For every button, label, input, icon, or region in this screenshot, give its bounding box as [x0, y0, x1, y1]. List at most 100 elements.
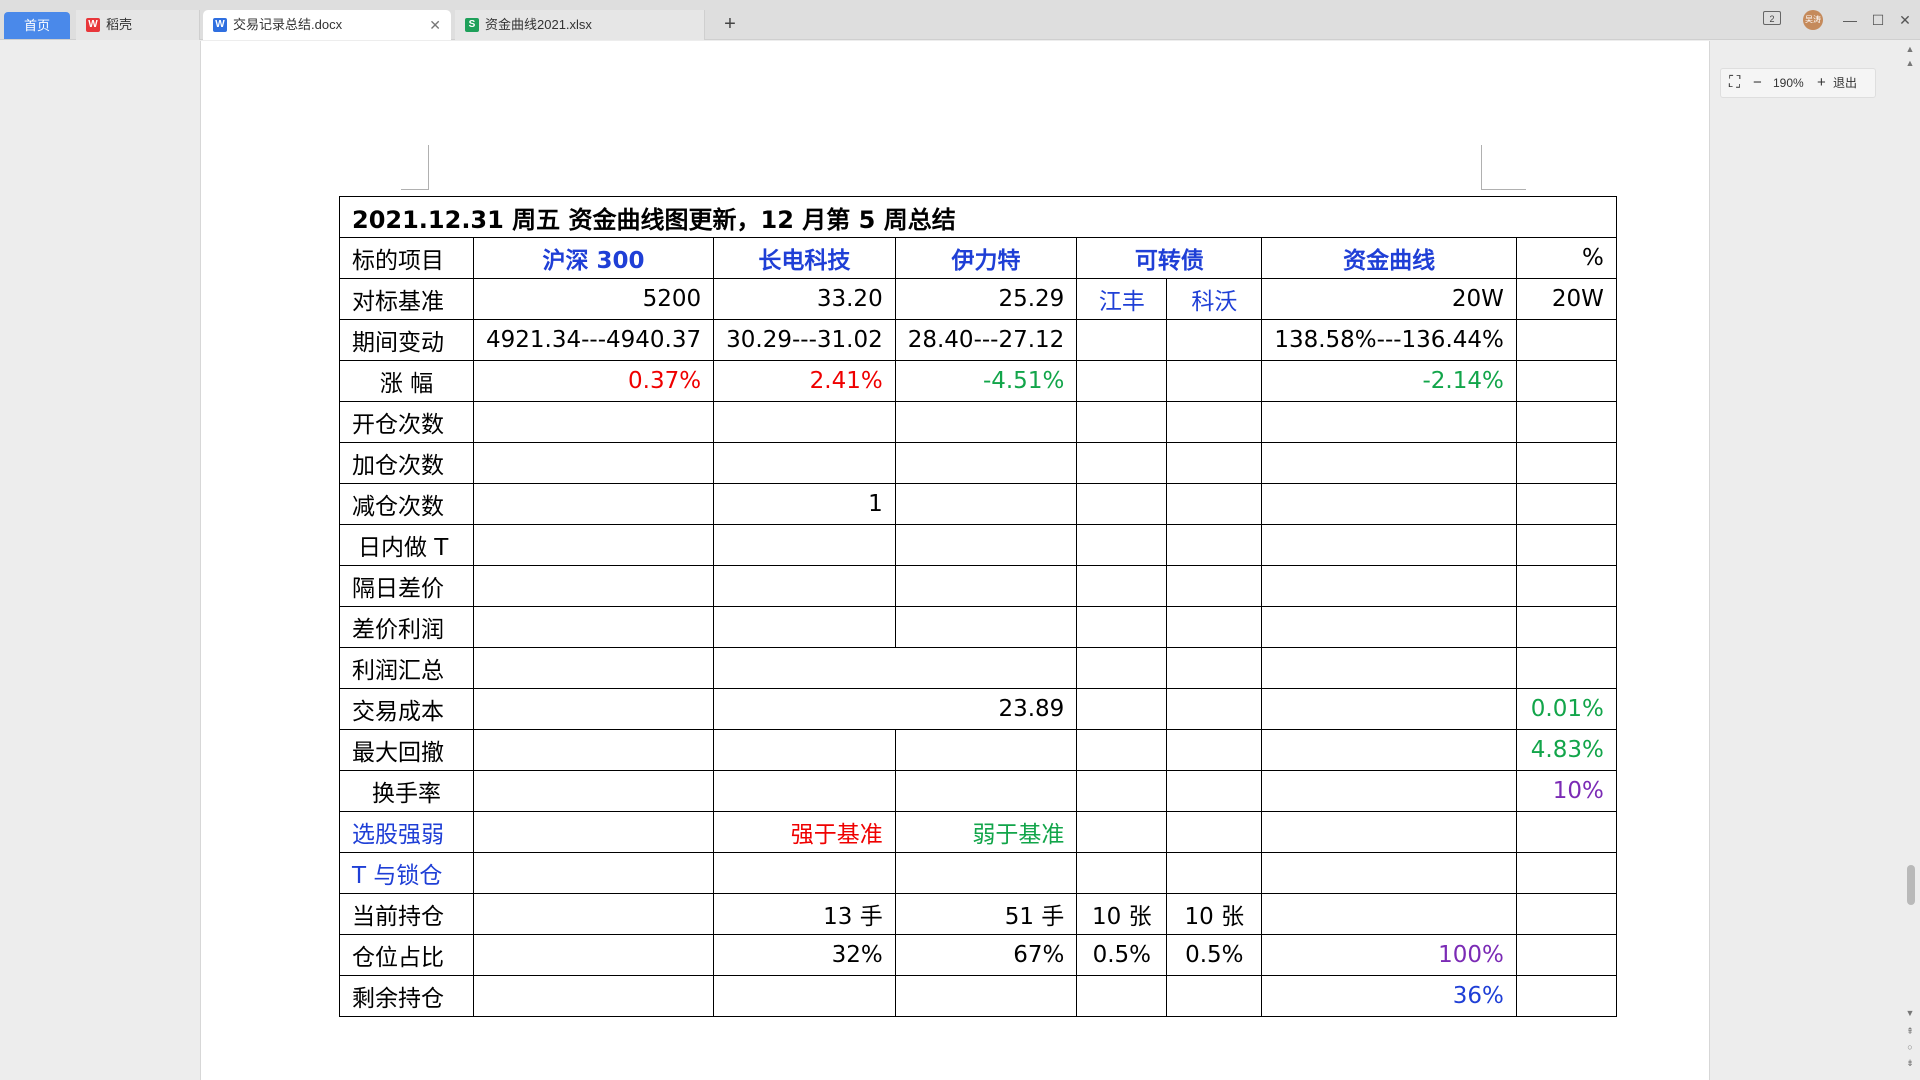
table-row: 日内做 T — [339, 524, 1617, 566]
cell-fund-curve: 20W — [1261, 278, 1517, 320]
vertical-scrollbar[interactable] — [1900, 41, 1920, 1080]
tab-xlsx[interactable]: S 资金曲线2021.xlsx — [455, 10, 705, 40]
tab-docx[interactable]: W 交易记录总结.docx ✕ — [203, 10, 451, 40]
header-convertible: 可转债 — [1076, 237, 1263, 279]
cell-percent: 0.01% — [1515, 688, 1617, 730]
table-row: T 与锁仓 — [339, 852, 1617, 894]
cell-jiangfeng — [1076, 319, 1168, 361]
row-label: 选股强弱 — [339, 811, 474, 853]
cell-percent: 10% — [1515, 770, 1617, 812]
spreadsheet-icon: S — [465, 18, 479, 32]
table-row: 减仓次数 1 — [339, 483, 1617, 525]
cell-merged: 23.89 — [713, 688, 1078, 730]
cell-yilite: 51 手 — [894, 893, 1078, 935]
zoom-toolbar: ⛶ − 190% + 退出 — [1720, 68, 1876, 98]
cell-fund-curve: 36% — [1261, 975, 1517, 1017]
header-changdian: 长电科技 — [713, 237, 896, 279]
cell-jiangfeng: 10 张 — [1076, 893, 1168, 935]
cell-yilite: 25.29 — [894, 278, 1078, 320]
prev-page-icon[interactable]: ⇞ — [1903, 1026, 1917, 1037]
header-percent: % — [1515, 237, 1617, 279]
cell-jiangfeng: 江丰 — [1076, 278, 1168, 320]
avatar[interactable]: 吴涛 — [1803, 10, 1823, 30]
table-row: 隔日差价 — [339, 565, 1617, 607]
row-label: 当前持仓 — [339, 893, 474, 935]
row-label: 最大回撤 — [339, 729, 474, 771]
fit-screen-icon[interactable]: ⛶ — [1729, 69, 1740, 97]
row-label: 交易成本 — [339, 688, 474, 730]
tab-home[interactable]: 首页 — [4, 12, 70, 39]
close-window-icon[interactable]: ✕ — [1895, 10, 1915, 30]
table-row: 差价利润 — [339, 606, 1617, 648]
summary-table: 2021.12.31 周五 资金曲线图更新，12 月第 5 周总结 标的项目 沪… — [339, 196, 1617, 1017]
tab-xlsx-label: 资金曲线2021.xlsx — [485, 17, 592, 32]
cell-changdian: 33.20 — [713, 278, 896, 320]
row-label: 利润汇总 — [339, 647, 474, 689]
row-label: 隔日差价 — [339, 565, 474, 607]
cell-percent: 20W — [1515, 278, 1617, 320]
header-hs300: 沪深 300 — [472, 237, 715, 279]
cell-hs300: 0.37% — [472, 360, 715, 402]
row-label: 换手率 — [339, 770, 474, 812]
next-page-icon[interactable]: ⇟ — [1903, 1058, 1917, 1069]
cell-percent: 4.83% — [1515, 729, 1617, 771]
cell-fund-curve: 100% — [1261, 934, 1517, 976]
margin-mark-left — [401, 145, 429, 190]
new-tab-button[interactable]: + — [716, 10, 744, 40]
cell-percent — [1515, 360, 1617, 402]
document-page: 2021.12.31 周五 资金曲线图更新，12 月第 5 周总结 标的项目 沪… — [200, 41, 1710, 1080]
table-row: 加仓次数 — [339, 442, 1617, 484]
word-doc-icon: W — [213, 18, 227, 32]
row-label: 对标基准 — [339, 278, 474, 320]
row-label: 差价利润 — [339, 606, 474, 648]
zoom-level[interactable]: 190% — [1773, 69, 1804, 97]
cell-hs300: 5200 — [472, 278, 715, 320]
table-row: 开仓次数 — [339, 401, 1617, 443]
exit-button[interactable]: 退出 — [1833, 69, 1857, 97]
cell-fund-curve: 138.58%---136.44% — [1261, 319, 1517, 361]
minimize-icon[interactable]: — — [1840, 10, 1860, 30]
tab-wps[interactable]: W 稻壳 — [76, 10, 200, 40]
cell-yilite: 28.40---27.12 — [894, 319, 1078, 361]
scroll-up-icon[interactable]: ▲ — [1903, 44, 1917, 54]
row-label: T 与锁仓 — [339, 852, 474, 894]
table-row: 选股强弱 强于基准 弱于基准 — [339, 811, 1617, 853]
maximize-icon[interactable]: ☐ — [1868, 10, 1888, 30]
cell-changdian: 13 手 — [713, 893, 896, 935]
table-row: 交易成本 23.89 0.01% — [339, 688, 1617, 730]
table-row: 当前持仓 13 手 51 手 10 张 10 张 — [339, 893, 1617, 935]
zoom-in-button[interactable]: + — [1817, 69, 1826, 97]
cell-changdian: 1 — [713, 483, 896, 525]
header-fund-curve: 资金曲线 — [1261, 237, 1517, 279]
scrollbar-thumb[interactable] — [1907, 865, 1915, 905]
table-row: 期间变动 4921.34---4940.37 30.29---31.02 28.… — [339, 319, 1617, 361]
cell-kewo — [1166, 319, 1263, 361]
cell-yilite: 弱于基准 — [894, 811, 1078, 853]
row-label: 涨 幅 — [339, 360, 474, 402]
row-label: 加仓次数 — [339, 442, 474, 484]
cell-changdian: 30.29---31.02 — [713, 319, 896, 361]
workspace-icon[interactable]: 2 — [1763, 11, 1781, 25]
close-tab-icon[interactable]: ✕ — [429, 10, 441, 40]
cell-yilite: -4.51% — [894, 360, 1078, 402]
cell-fund-curve: -2.14% — [1261, 360, 1517, 402]
select-browse-icon[interactable]: ○ — [1903, 1042, 1917, 1052]
cell-changdian: 2.41% — [713, 360, 896, 402]
table-row: 对标基准 5200 33.20 25.29 江丰 科沃 20W 20W — [339, 278, 1617, 320]
cell-yilite: 67% — [894, 934, 1078, 976]
row-label: 期间变动 — [339, 319, 474, 361]
row-label: 剩余持仓 — [339, 975, 474, 1017]
tab-wps-label: 稻壳 — [106, 17, 133, 32]
table-row: 涨 幅 0.37% 2.41% -4.51% -2.14% — [339, 360, 1617, 402]
header-yilite: 伊力特 — [894, 237, 1078, 279]
table-row: 利润汇总 — [339, 647, 1617, 689]
cell-hs300: 4921.34---4940.37 — [472, 319, 715, 361]
row-label: 日内做 T — [339, 524, 474, 566]
margin-mark-right — [1481, 145, 1526, 190]
cell-changdian: 32% — [713, 934, 896, 976]
table-row: 仓位占比 32% 67% 0.5% 0.5% 100% — [339, 934, 1617, 976]
scroll-down-icon[interactable]: ▼ — [1903, 1008, 1917, 1018]
zoom-out-button[interactable]: − — [1753, 69, 1762, 97]
table-title: 2021.12.31 周五 资金曲线图更新，12 月第 5 周总结 — [339, 196, 1617, 238]
scroll-up-icon[interactable]: ▲ — [1903, 58, 1917, 68]
